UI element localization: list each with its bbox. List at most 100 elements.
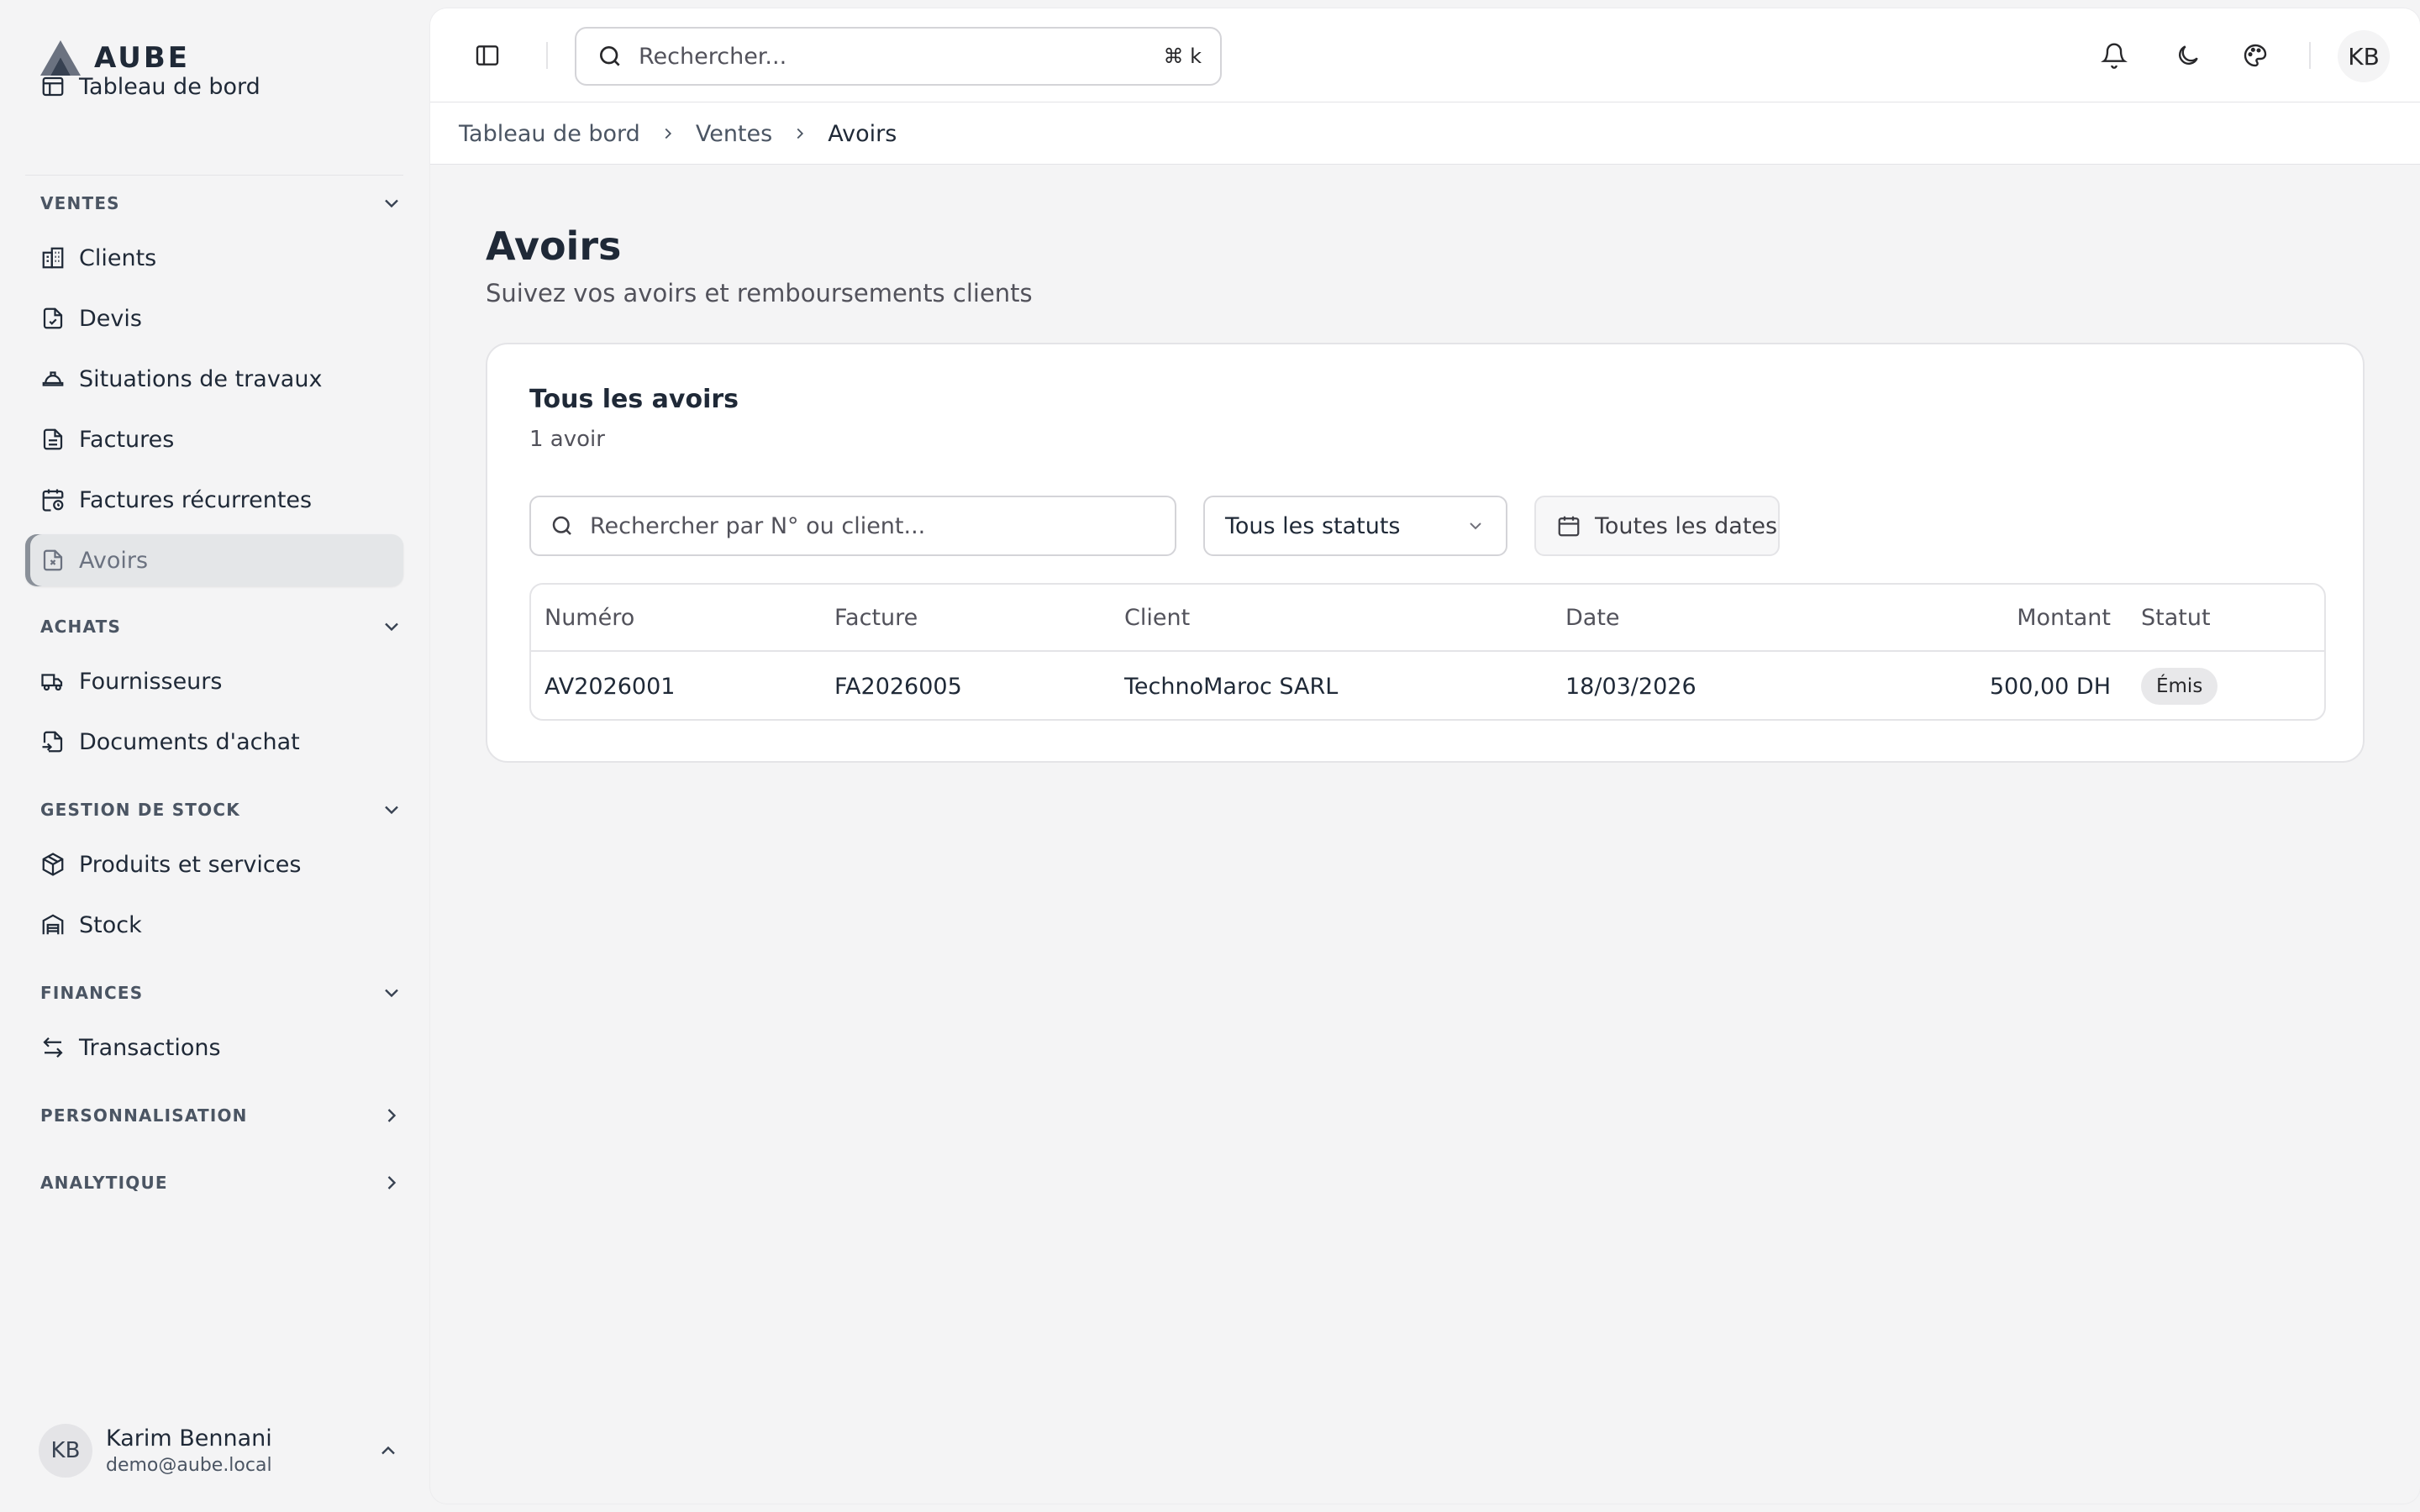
- sidebar-divider: [25, 175, 403, 176]
- breadcrumb-ventes[interactable]: Ventes: [696, 121, 772, 147]
- file-x-icon: [43, 549, 63, 571]
- section-title: GESTION DE STOCK: [40, 800, 240, 820]
- status-filter-value: Tous les statuts: [1225, 512, 1401, 539]
- column-header-montant[interactable]: Montant: [2017, 585, 2111, 650]
- section-personnalisation-toggle[interactable]: PERSONNALISATION: [40, 1099, 403, 1132]
- page-title: Avoirs: [486, 223, 622, 269]
- chevron-down-icon: [385, 989, 398, 998]
- sidebar-item-stock[interactable]: Stock: [25, 899, 403, 951]
- arrows-left-right-icon: [43, 1037, 63, 1058]
- cell-montant: 500,00 DH: [1989, 673, 2111, 700]
- status-badge: Émis: [2141, 668, 2218, 705]
- avatar[interactable]: KB: [2338, 30, 2390, 82]
- section-stock-toggle[interactable]: GESTION DE STOCK: [40, 793, 403, 827]
- toggle-sidebar-button[interactable]: [469, 37, 506, 74]
- section-finances-toggle[interactable]: FINANCES: [40, 976, 403, 1010]
- breadcrumb-current: Avoirs: [828, 120, 897, 147]
- sidebar-item-transactions[interactable]: Transactions: [25, 1021, 403, 1074]
- avoirs-search-input[interactable]: Rechercher par N° ou client...: [529, 496, 1176, 556]
- sidebar-item-label: Tableau de bord: [79, 73, 260, 100]
- package-icon: [42, 853, 64, 876]
- chevron-down-icon: [385, 622, 398, 632]
- user-email: demo@aube.local: [106, 1455, 272, 1476]
- sidebar-item-produits[interactable]: Produits et services: [25, 838, 403, 890]
- sidebar-item-label: Produits et services: [79, 851, 302, 878]
- sidebar-item-documents-achat[interactable]: Documents d'achat: [25, 716, 403, 768]
- avoirs-table: Numéro Facture Client Date Montant Statu…: [529, 583, 2326, 721]
- sidebar-item-devis[interactable]: Devis: [25, 292, 403, 344]
- warehouse-icon: [42, 914, 64, 935]
- date-filter-button[interactable]: Toutes les dates: [1534, 496, 1780, 556]
- sidebar-item-label: Documents d'achat: [79, 728, 300, 755]
- sidebar-item-label: Clients: [79, 244, 157, 271]
- calendar-icon: [1558, 516, 1580, 537]
- column-header-facture[interactable]: Facture: [834, 585, 918, 650]
- table-header: Numéro Facture Client Date Montant Statu…: [531, 585, 2324, 652]
- section-title: PERSONNALISATION: [40, 1105, 248, 1126]
- section-ventes-toggle[interactable]: VENTES: [40, 186, 403, 220]
- sidebar-item-factures-recurrentes[interactable]: Factures récurrentes: [25, 474, 403, 526]
- moon-icon: [2179, 45, 2198, 65]
- topbar-divider: [2309, 42, 2311, 69]
- topbar-divider: [546, 42, 548, 69]
- sidebar-item-label: Devis: [79, 305, 142, 332]
- section-achats-toggle[interactable]: ACHATS: [40, 610, 403, 643]
- sidebar: AUBE Tableau de bord VENTES Clients Devi…: [13, 13, 417, 1505]
- card-title: Tous les avoirs: [529, 385, 739, 414]
- sidebar-item-dashboard[interactable]: Tableau de bord: [25, 60, 403, 113]
- sidebar-item-label: Factures: [79, 426, 175, 453]
- search-placeholder: Rechercher par N° ou client...: [590, 512, 926, 539]
- main-panel: Rechercher... ⌘ k KB Tableau de bord Ven…: [430, 8, 2420, 1504]
- avoirs-card: Tous les avoirs 1 avoir Rechercher par N…: [486, 343, 2365, 763]
- sidebar-item-situations[interactable]: Situations de travaux: [25, 353, 403, 405]
- page-subtitle: Suivez vos avoirs et remboursements clie…: [486, 279, 1033, 307]
- notifications-button[interactable]: [2096, 37, 2133, 74]
- sidebar-item-clients[interactable]: Clients: [25, 232, 403, 284]
- card-count: 1 avoir: [529, 427, 605, 452]
- section-title: ANALYTIQUE: [40, 1173, 168, 1193]
- chevron-down-icon: [385, 806, 398, 815]
- global-search-input[interactable]: Rechercher... ⌘ k: [575, 27, 1222, 86]
- column-header-date[interactable]: Date: [1565, 585, 1620, 650]
- sidebar-item-label: Transactions: [79, 1034, 221, 1061]
- column-header-numero[interactable]: Numéro: [544, 585, 634, 650]
- column-header-client[interactable]: Client: [1124, 585, 1190, 650]
- chevron-up-icon: [381, 1446, 395, 1455]
- cell-numero: AV2026001: [544, 673, 676, 700]
- sidebar-toggle-icon: [476, 45, 499, 66]
- calendar-clock-icon: [42, 489, 64, 512]
- column-header-statut[interactable]: Statut: [2141, 585, 2211, 650]
- file-text-icon: [43, 428, 63, 450]
- search-placeholder: Rechercher...: [639, 43, 787, 70]
- sidebar-item-label: Factures récurrentes: [79, 486, 313, 513]
- dashboard-icon: [42, 76, 64, 97]
- section-analytique-toggle[interactable]: ANALYTIQUE: [40, 1166, 403, 1200]
- chevron-down-icon: [1470, 522, 1481, 530]
- breadcrumb-dashboard[interactable]: Tableau de bord: [459, 121, 640, 147]
- date-filter-label: Toutes les dates: [1595, 512, 1778, 539]
- status-filter-select[interactable]: Tous les statuts: [1203, 496, 1507, 556]
- sidebar-item-factures[interactable]: Factures: [25, 413, 403, 465]
- file-input-icon: [42, 731, 63, 753]
- user-name: Karim Bennani: [106, 1425, 272, 1452]
- topbar: Rechercher... ⌘ k KB: [430, 8, 2420, 102]
- cell-facture: FA2026005: [834, 673, 962, 700]
- theme-toggle-button[interactable]: [2170, 37, 2207, 74]
- sidebar-item-avoirs[interactable]: Avoirs: [25, 534, 403, 586]
- sidebar-item-label: Avoirs: [79, 547, 149, 574]
- hard-hat-icon: [42, 371, 64, 386]
- cell-statut: Émis: [2141, 652, 2218, 719]
- palette-button[interactable]: [2237, 37, 2274, 74]
- sidebar-item-fournisseurs[interactable]: Fournisseurs: [25, 655, 403, 707]
- bell-icon: [2101, 43, 2128, 69]
- sidebar-item-label: Fournisseurs: [79, 668, 223, 695]
- user-menu[interactable]: KB Karim Bennani demo@aube.local: [39, 1421, 400, 1480]
- chevron-down-icon: [385, 199, 398, 208]
- sidebar-item-label: Situations de travaux: [79, 365, 323, 392]
- table-row[interactable]: AV2026001 FA2026005 TechnoMaroc SARL 18/…: [531, 652, 2324, 719]
- palette-icon: [2244, 44, 2267, 67]
- truck-icon: [41, 674, 63, 691]
- section-title: FINANCES: [40, 983, 144, 1003]
- building-icon: [42, 247, 64, 269]
- chevron-right-icon: [665, 128, 671, 139]
